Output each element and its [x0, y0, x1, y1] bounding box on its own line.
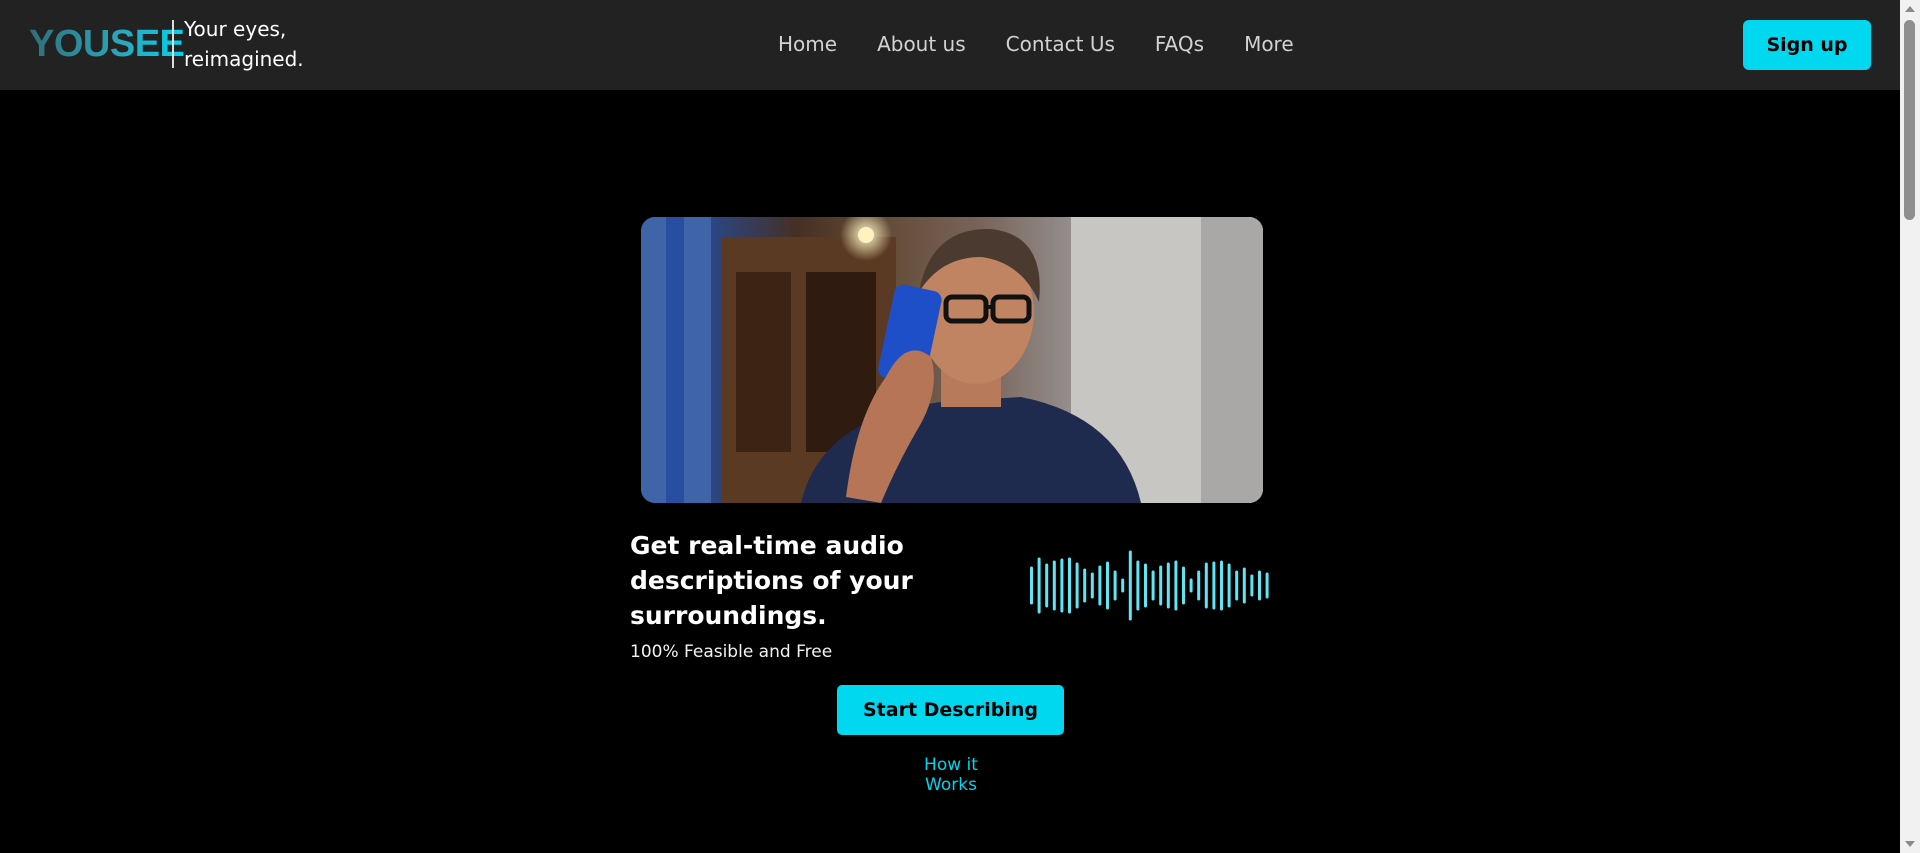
- hero-photo: [641, 217, 1263, 503]
- waveform-bar: [1212, 561, 1216, 610]
- waveform-bar: [1075, 562, 1079, 609]
- page-scrollbar[interactable]: [1900, 0, 1920, 853]
- waveform-bar: [1197, 570, 1201, 601]
- hero-photo-illustration: [641, 217, 1263, 503]
- brand-tagline: Your eyes, reimagined.: [184, 14, 304, 74]
- tagline-line-1: Your eyes,: [184, 17, 287, 41]
- waveform-bar: [1128, 550, 1132, 621]
- audio-waveform-icon: [1030, 550, 1269, 621]
- waveform-bar: [1265, 572, 1269, 599]
- waveform-bar: [1106, 561, 1109, 610]
- waveform-bar: [1204, 562, 1208, 609]
- hero-subtext: 100% Feasible and Free: [630, 642, 833, 662]
- waveform-bar: [1159, 565, 1163, 606]
- hero-headline: Get real-time audio descriptions of your…: [630, 531, 913, 630]
- nav-item-home[interactable]: Home: [778, 30, 837, 58]
- waveform-bar: [1090, 572, 1094, 599]
- nav-item-about-us[interactable]: About us: [877, 30, 966, 58]
- scroll-up-icon[interactable]: [1905, 6, 1915, 12]
- waveform-bar: [1030, 566, 1033, 605]
- waveform-bar: [1182, 566, 1185, 605]
- waveform-bar: [1258, 570, 1261, 601]
- nav-item-faqs[interactable]: FAQs: [1155, 30, 1204, 58]
- scroll-down-icon[interactable]: [1905, 841, 1915, 847]
- waveform-bar: [1136, 560, 1140, 611]
- waveform-bar: [1250, 574, 1254, 597]
- sign-up-button[interactable]: Sign up: [1743, 20, 1871, 70]
- waveform-bar: [1045, 563, 1049, 608]
- waveform-bar: [1121, 578, 1125, 593]
- waveform-bar: [1174, 560, 1178, 611]
- waveform-bar: [1166, 562, 1170, 609]
- how-it-works-link[interactable]: How it Works: [899, 755, 1003, 795]
- brand-logo[interactable]: YOUSEE: [29, 22, 185, 66]
- waveform-bar: [1235, 570, 1239, 601]
- waveform-bar: [1098, 565, 1102, 606]
- waveform-bar: [1144, 563, 1147, 608]
- scrollbar-thumb[interactable]: [1904, 20, 1915, 220]
- waveform-bar: [1060, 558, 1064, 613]
- waveform-bar: [1113, 570, 1117, 601]
- waveform-bar: [1083, 568, 1087, 603]
- waveform-bar: [1151, 570, 1155, 601]
- site-header: YOUSEE Your eyes, reimagined. Home About…: [0, 0, 1900, 90]
- waveform-bar: [1242, 567, 1246, 604]
- start-describing-button[interactable]: Start Describing: [837, 685, 1064, 735]
- waveform-bar: [1052, 560, 1056, 611]
- nav-item-more[interactable]: More: [1244, 30, 1294, 58]
- waveform-bar: [1068, 557, 1071, 614]
- waveform-bar: [1189, 578, 1193, 593]
- waveform-bar: [1037, 557, 1041, 614]
- nav-item-contact-us[interactable]: Contact Us: [1006, 30, 1115, 58]
- main-nav: Home About us Contact Us FAQs More: [778, 30, 1294, 58]
- waveform-bar: [1227, 563, 1231, 608]
- logo-divider: [172, 20, 174, 68]
- waveform-bar: [1220, 560, 1223, 611]
- tagline-line-2: reimagined.: [184, 47, 304, 71]
